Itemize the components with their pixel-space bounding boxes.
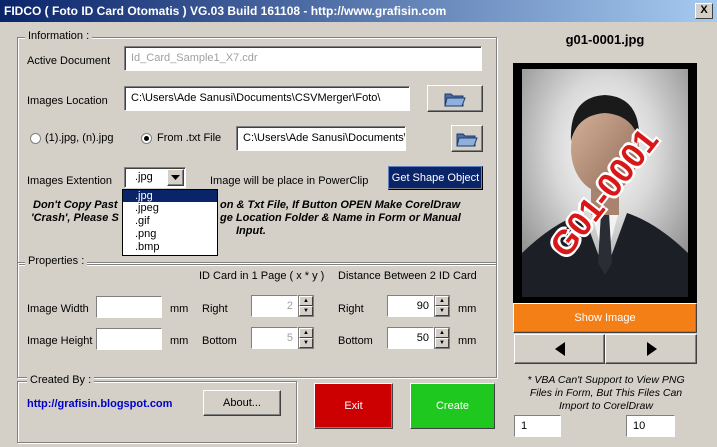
previous-button[interactable] — [514, 334, 605, 364]
spin-up-icon[interactable]: ▲ — [435, 328, 449, 338]
cards-right-field[interactable]: 2 — [251, 295, 298, 317]
spin-down-icon[interactable]: ▼ — [435, 338, 449, 348]
title-bar: FIDCO ( Foto ID Card Otomatis ) VG.03 Bu… — [0, 0, 717, 22]
information-legend: Information : — [25, 30, 93, 42]
extension-option[interactable]: .gif — [123, 215, 217, 228]
powerclip-note: Image will be place in PowerClip — [210, 175, 369, 187]
close-button[interactable]: X — [695, 3, 713, 19]
png-support-note: * VBA Can't Support to View PNG Files in… — [527, 374, 685, 412]
spin-up-icon[interactable]: ▲ — [299, 296, 313, 306]
radio-numbered-jpg-label: (1).jpg, (n).jpg — [45, 132, 114, 144]
cards-bottom-spinner[interactable]: ▲ ▼ — [298, 327, 314, 349]
images-extension-label: Images Extention — [27, 175, 112, 187]
mm-unit: mm — [170, 303, 189, 315]
distance-bottom-label: Bottom — [338, 335, 373, 347]
mm-unit: mm — [458, 335, 477, 347]
photo-preview: G01-0001 — [513, 63, 697, 303]
warning-line-2a: 'Crash', Please S — [31, 212, 119, 224]
distance-right-label: Right — [338, 303, 364, 315]
right-label: Right — [202, 303, 228, 315]
spin-up-icon[interactable]: ▲ — [299, 328, 313, 338]
create-button[interactable]: Create — [410, 383, 495, 429]
spin-down-icon[interactable]: ▼ — [435, 306, 449, 316]
image-height-label: Image Height — [27, 335, 93, 347]
page-current-field[interactable]: 1 — [514, 415, 561, 437]
mm-unit: mm — [170, 335, 189, 347]
browse-location-button[interactable] — [427, 85, 483, 112]
open-folder-icon — [444, 93, 466, 106]
distance-right-spinner[interactable]: ▲ ▼ — [434, 295, 450, 317]
mm-unit: mm — [458, 303, 477, 315]
extension-dropdown-list: .jpg .jpeg .gif .png .bmp — [122, 189, 218, 256]
warning-line-1b: on & Txt File, If Button OPEN Make Corel… — [220, 199, 461, 211]
extension-option[interactable]: .png — [123, 228, 217, 241]
images-location-label: Images Location — [27, 95, 108, 107]
warning-line-2b: ge Location Folder & Name in Form or Man… — [220, 212, 461, 224]
main-form: Information : Active Document Id_Card_Sa… — [0, 22, 717, 447]
warning-line-1a: Don't Copy Past — [33, 199, 118, 211]
spin-down-icon[interactable]: ▼ — [299, 338, 313, 348]
get-shape-object-button[interactable]: Get Shape Object — [388, 166, 483, 190]
id-card-per-page-header: ID Card in 1 Page ( x * y ) — [199, 270, 325, 282]
image-height-field[interactable] — [96, 328, 162, 350]
show-image-button[interactable]: Show Image — [513, 303, 697, 333]
page-total-field[interactable]: 10 — [626, 415, 675, 437]
warning-line-3: Input. — [236, 225, 266, 237]
images-location-field[interactable]: C:\Users\Ade Sanusi\Documents\CSVMerger\… — [124, 86, 410, 111]
extension-option[interactable]: .jpeg — [123, 202, 217, 215]
distance-right-field[interactable]: 90 — [387, 295, 434, 317]
image-width-label: Image Width — [27, 303, 89, 315]
txt-path-field[interactable]: C:\Users\Ade Sanusi\Documents\CSVM — [236, 126, 406, 151]
bottom-label: Bottom — [202, 335, 237, 347]
next-button[interactable] — [605, 334, 697, 364]
radio-numbered-jpg[interactable] — [30, 133, 41, 144]
open-folder-icon — [456, 133, 478, 146]
browse-txt-button[interactable] — [451, 125, 483, 152]
spin-up-icon[interactable]: ▲ — [435, 296, 449, 306]
arrow-left-icon — [555, 342, 565, 356]
distance-bottom-spinner[interactable]: ▲ ▼ — [434, 327, 450, 349]
radio-from-txt-label: From .txt File — [157, 132, 222, 144]
distance-bottom-field[interactable]: 50 — [387, 327, 434, 349]
radio-selected-dot — [144, 136, 149, 141]
cards-bottom-field[interactable]: 5 — [251, 327, 298, 349]
arrow-right-icon — [647, 342, 657, 356]
exit-button[interactable]: Exit — [314, 383, 393, 429]
properties-legend: Properties : — [25, 255, 88, 267]
image-width-field[interactable] — [96, 296, 162, 318]
cards-right-spinner[interactable]: ▲ ▼ — [298, 295, 314, 317]
chevron-down-icon — [171, 175, 180, 180]
distance-header: Distance Between 2 ID Card — [338, 270, 477, 282]
extension-dropdown-button[interactable] — [167, 169, 184, 186]
active-document-label: Active Document — [27, 55, 111, 67]
author-link[interactable]: http://grafisin.blogspot.com — [27, 398, 172, 410]
spin-down-icon[interactable]: ▼ — [299, 306, 313, 316]
preview-filename: g01-0001.jpg — [565, 32, 645, 47]
radio-from-txt[interactable] — [141, 133, 152, 144]
about-button[interactable]: About... — [203, 390, 281, 416]
extension-option[interactable]: .bmp — [123, 241, 217, 254]
window-title: FIDCO ( Foto ID Card Otomatis ) VG.03 Bu… — [4, 4, 447, 18]
active-document-field[interactable]: Id_Card_Sample1_X7.cdr — [124, 46, 482, 71]
created-by-legend: Created By : — [27, 374, 95, 386]
extension-option[interactable]: .jpg — [123, 190, 217, 202]
